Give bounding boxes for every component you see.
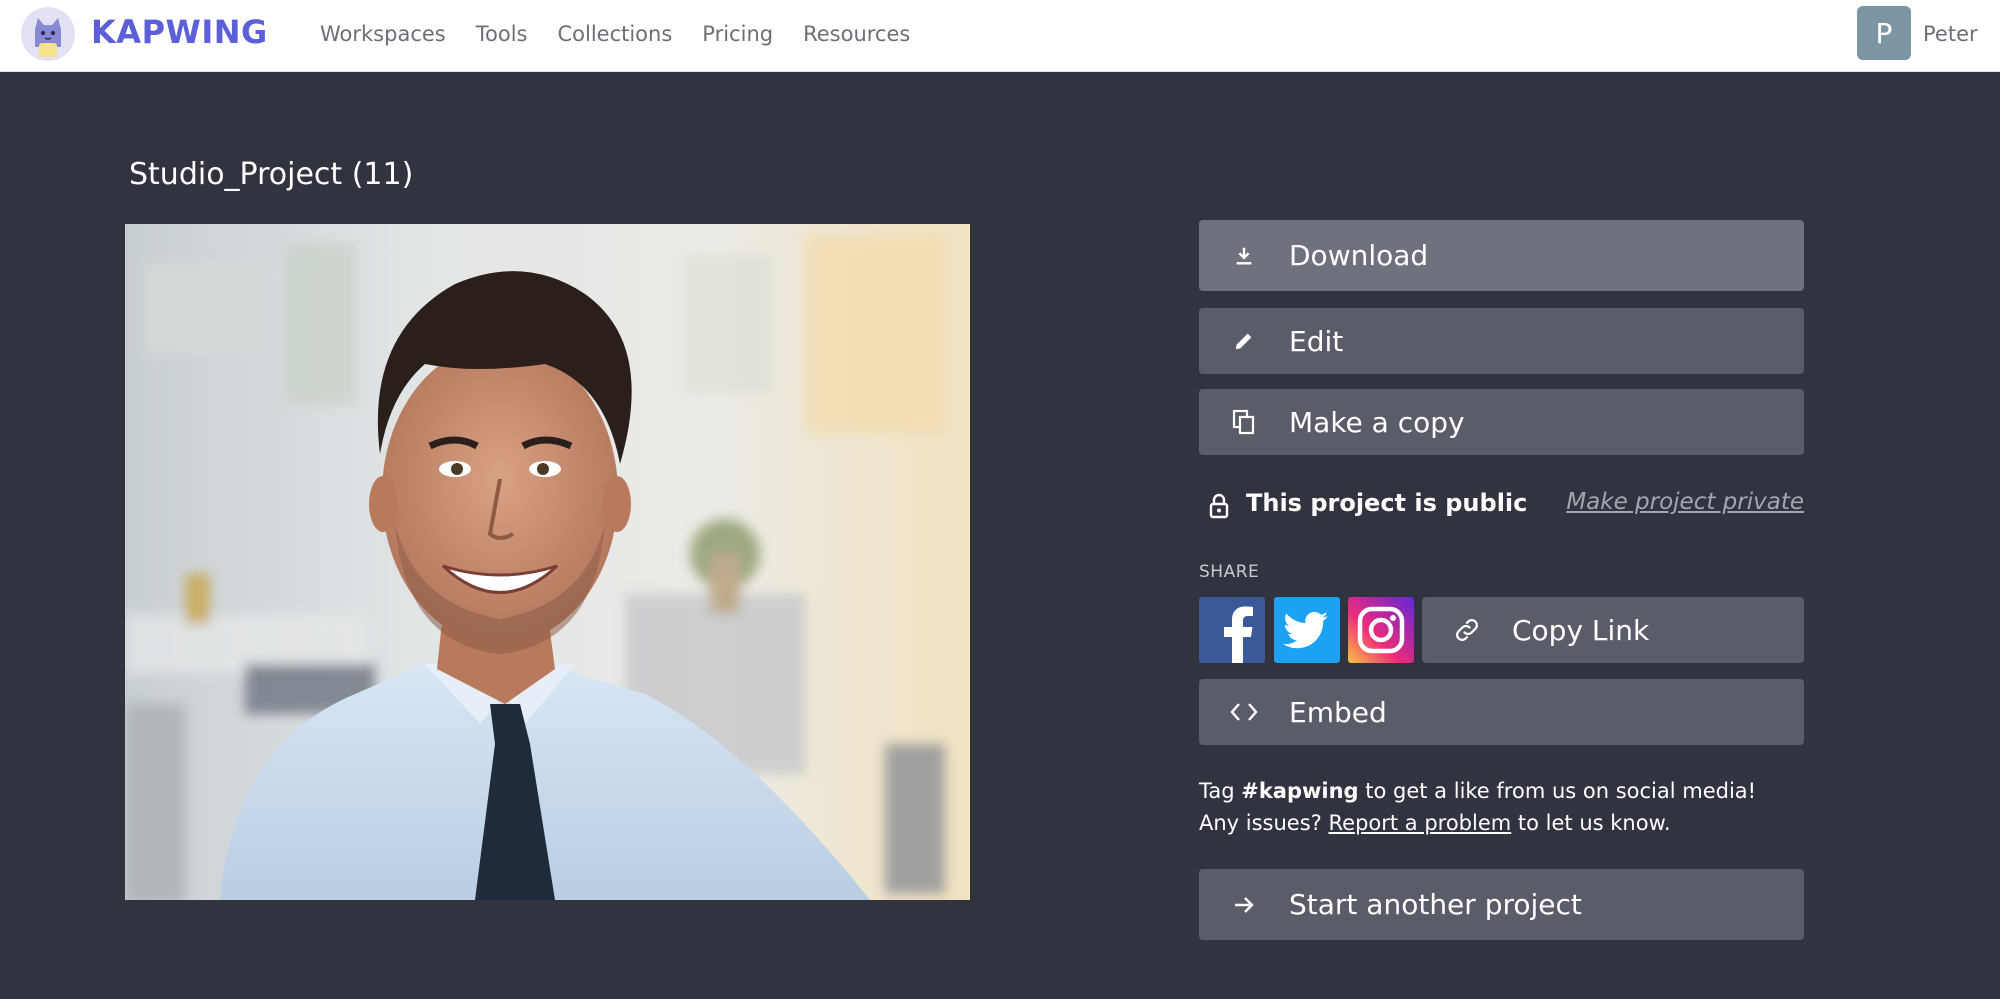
project-output-image <box>125 224 970 900</box>
nav-item-resources[interactable]: Resources <box>803 22 910 46</box>
instagram-share-button[interactable] <box>1348 597 1414 663</box>
embed-label: Embed <box>1289 695 1387 729</box>
hashtag: #kapwing <box>1241 779 1359 803</box>
make-copy-button[interactable]: Make a copy <box>1199 389 1804 455</box>
avatar[interactable]: P <box>1857 6 1911 60</box>
pencil-icon <box>1199 330 1289 352</box>
tagline-suffix: to let us know. <box>1511 811 1671 835</box>
embed-button[interactable]: Embed <box>1199 679 1804 745</box>
arrow-right-icon <box>1199 894 1289 916</box>
tagline-prefix: Tag <box>1199 779 1242 803</box>
code-icon <box>1199 701 1289 723</box>
instagram-icon <box>1348 597 1414 663</box>
copy-link-button[interactable]: Copy Link <box>1422 597 1804 663</box>
nav-item-workspaces[interactable]: Workspaces <box>320 22 446 46</box>
copy-icon <box>1199 409 1289 435</box>
nav-item-tools[interactable]: Tools <box>476 22 528 46</box>
brand-name[interactable]: KAPWING <box>91 13 268 51</box>
nav-item-collections[interactable]: Collections <box>557 22 672 46</box>
download-label: Download <box>1289 239 1429 272</box>
kapwing-logo-icon[interactable] <box>21 7 75 61</box>
download-button[interactable]: Download <box>1199 220 1804 291</box>
top-navbar: KAPWING Workspaces Tools Collections Pri… <box>0 0 2000 72</box>
username[interactable]: Peter <box>1923 22 1978 46</box>
twitter-icon <box>1283 611 1328 649</box>
edit-label: Edit <box>1289 324 1344 358</box>
download-icon <box>1199 245 1289 267</box>
project-title: Studio_Project (11) <box>129 157 414 192</box>
lock-icon <box>1209 493 1229 523</box>
start-another-project-button[interactable]: Start another project <box>1199 869 1804 940</box>
share-heading: SHARE <box>1199 562 1260 582</box>
twitter-share-button[interactable] <box>1274 597 1340 663</box>
make-private-link[interactable]: Make project private <box>1566 489 1804 515</box>
link-icon <box>1422 615 1512 645</box>
start-another-label: Start another project <box>1289 888 1582 921</box>
copy-link-label: Copy Link <box>1512 613 1650 647</box>
edit-button[interactable]: Edit <box>1199 308 1804 374</box>
facebook-icon <box>1224 606 1253 663</box>
nav-item-pricing[interactable]: Pricing <box>702 22 773 46</box>
report-problem-link[interactable]: Report a problem <box>1329 811 1512 835</box>
facebook-share-button[interactable] <box>1199 597 1265 663</box>
social-tagline: Tag #kapwing to get a like from us on so… <box>1199 775 1799 839</box>
main-nav: Workspaces Tools Collections Pricing Res… <box>320 22 940 46</box>
make-copy-label: Make a copy <box>1289 405 1465 439</box>
privacy-row: This project is public Make project priv… <box>1199 487 1804 525</box>
privacy-status: This project is public <box>1246 489 1528 517</box>
